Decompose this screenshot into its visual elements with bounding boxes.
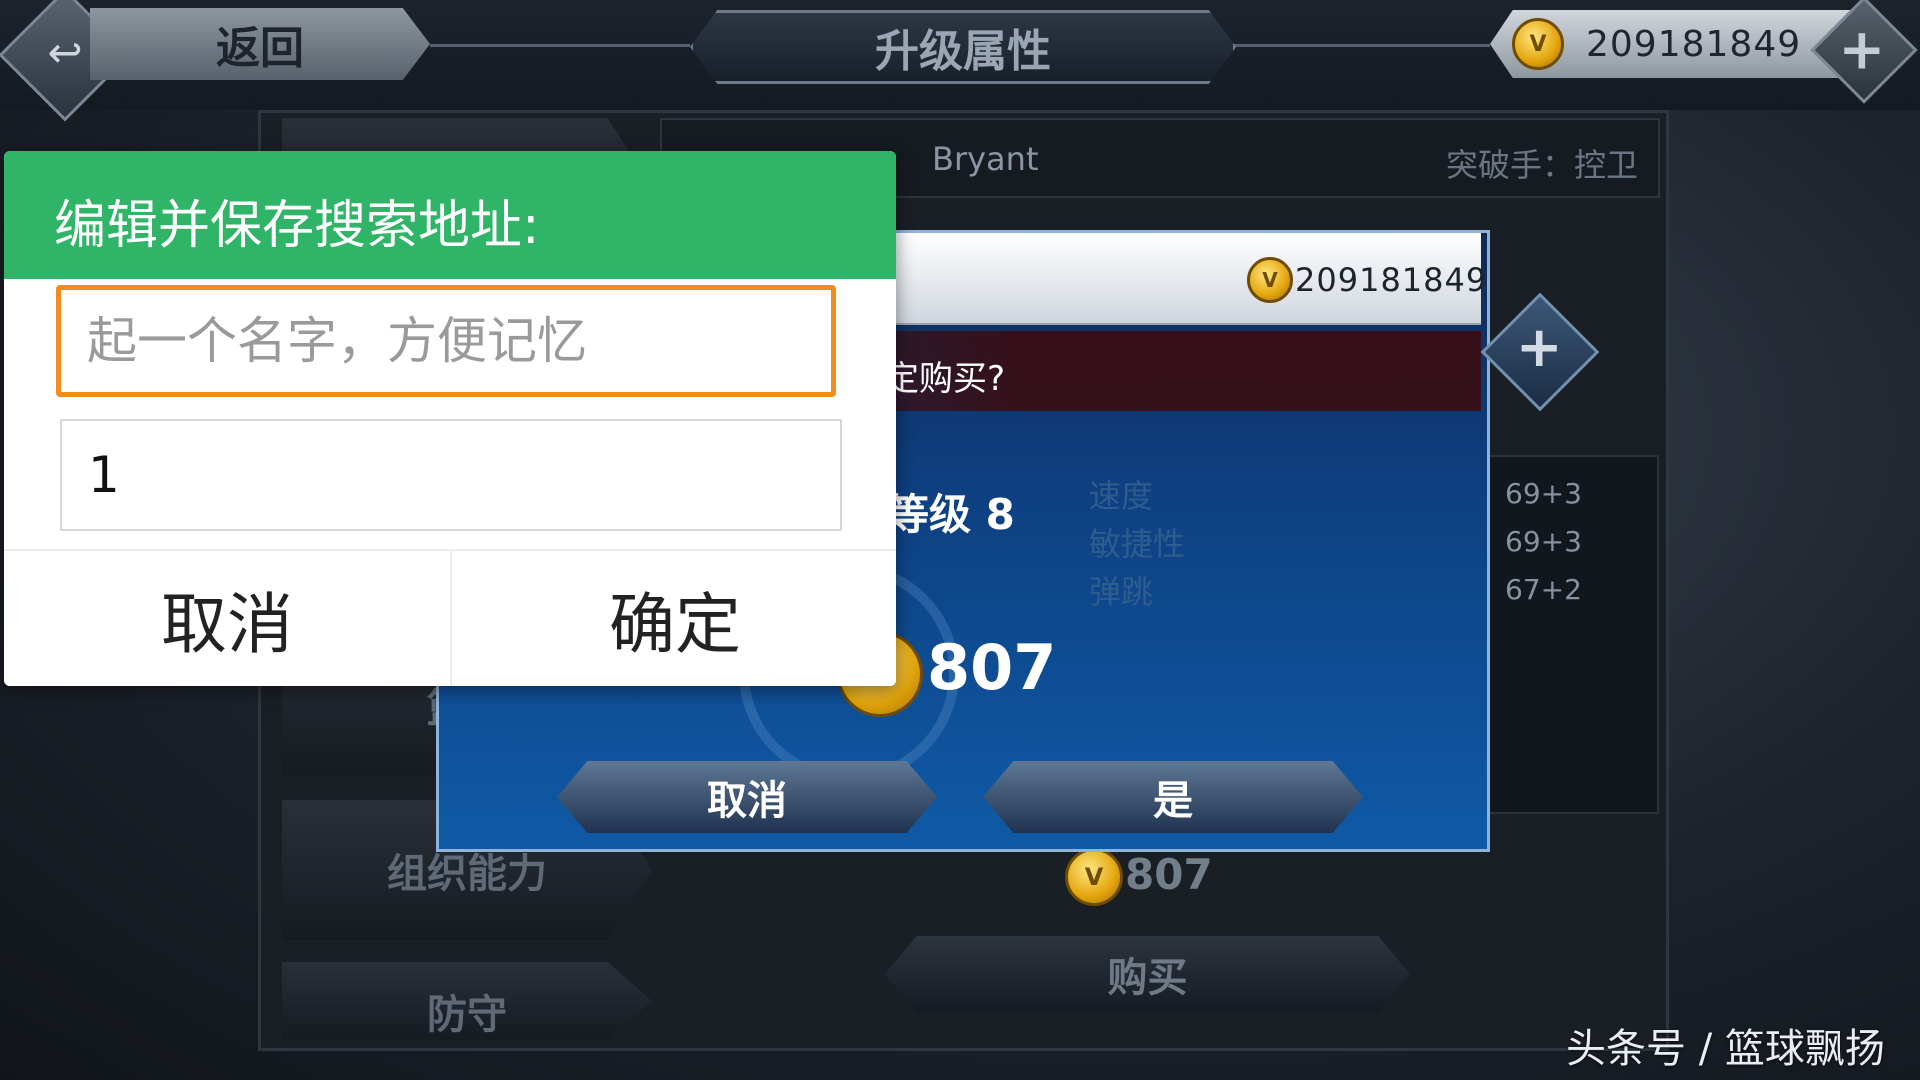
page-title: 升级属性 [875, 26, 1051, 77]
buy-button[interactable]: 购买 [885, 936, 1410, 1012]
confirm-yes-button[interactable]: 是 [983, 761, 1363, 833]
ok-label: 确定 [609, 585, 741, 663]
back-label-plate[interactable]: 返回 [90, 8, 430, 80]
confirm-question: 定购买? [885, 359, 1006, 399]
top-divider [430, 44, 690, 47]
buy-price: 807 [1125, 850, 1213, 899]
watermark: 头条号 / 篮球飘扬 [1566, 1026, 1885, 1072]
coin-balance-plate: V 209181849 [1490, 10, 1870, 78]
attribute-label: 弹跳 [1089, 573, 1154, 611]
confirm-yes-label: 是 [1153, 778, 1193, 824]
player-role: 突破手：控卫 [1445, 146, 1638, 184]
coin-icon: V [1512, 18, 1564, 70]
dialog-title: 编辑并保存搜索地址: [54, 196, 540, 256]
confirm-cancel-label: 取消 [707, 778, 787, 824]
coin-icon: V [1065, 848, 1123, 906]
plus-icon: + [1838, 17, 1886, 83]
name-input[interactable] [56, 285, 836, 397]
attribute-label: 敏捷性 [1089, 525, 1186, 563]
address-input[interactable] [60, 419, 842, 531]
stat-value: 67+2 [1505, 573, 1582, 606]
ok-button[interactable]: 确定 [452, 551, 896, 686]
confirm-price: 807 [927, 631, 1057, 704]
coin-balance: 209181849 [1586, 23, 1802, 65]
cancel-button[interactable]: 取消 [4, 551, 450, 686]
cancel-label: 取消 [161, 585, 293, 663]
attribute-label: 速度 [1089, 477, 1154, 515]
coin-icon: V [1247, 257, 1293, 303]
left-tab-label: 防守 [427, 992, 507, 1038]
dialog-header: 编辑并保存搜索地址: [4, 151, 896, 279]
top-divider [1230, 44, 1490, 47]
edit-address-dialog: 编辑并保存搜索地址: 取消 确定 [4, 151, 896, 686]
upgrade-level: 等级 8 [887, 490, 1015, 539]
stats-column: 69+3 69+3 67+2 [1485, 455, 1659, 814]
plus-icon: + [1515, 315, 1563, 381]
back-arrow-icon: ↩ [47, 27, 83, 77]
buy-button-label: 购买 [1107, 955, 1188, 1001]
confirm-coin-balance: 209181849 [1295, 261, 1488, 299]
left-tab-defense[interactable]: 防守 [282, 962, 652, 1040]
confirm-cancel-button[interactable]: 取消 [557, 761, 937, 833]
page-title-plate: 升级属性 [690, 10, 1236, 84]
player-name: Bryant [932, 140, 1039, 178]
back-label: 返回 [216, 23, 304, 74]
stat-value: 69+3 [1505, 477, 1582, 510]
stat-value: 69+3 [1505, 525, 1582, 558]
